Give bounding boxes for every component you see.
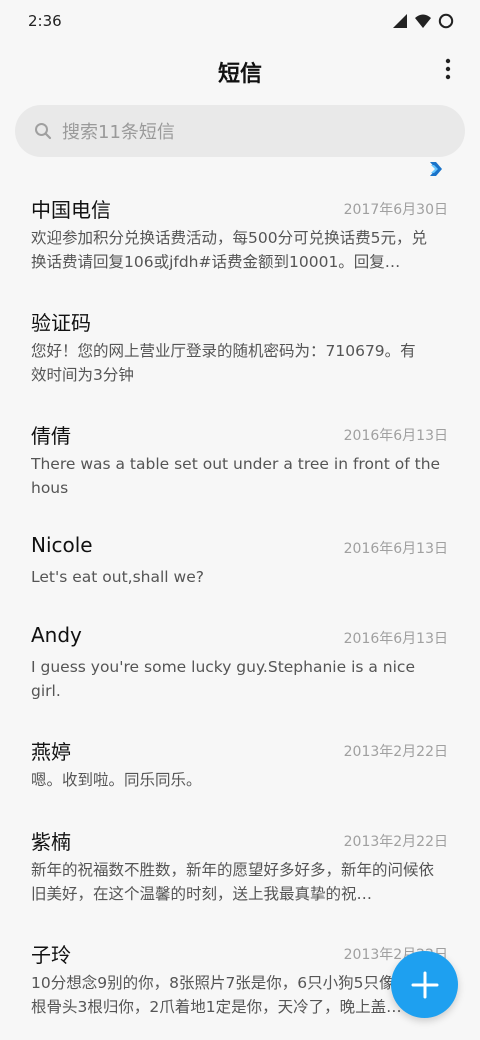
search-icon: [35, 123, 52, 140]
message-item[interactable]: 紫楠 2013年2月22日 新年的祝福数不胜数，新年的愿望好多好多，新年的问候依…: [0, 808, 480, 920]
message-preview: 10分想念9别的你，8张照片7张是你，6只小狗5只像你，4根骨头3根归你，2爪着…: [31, 974, 436, 1016]
message-date: 2016年6月13日: [343, 428, 448, 444]
sender-name: Andy: [31, 623, 82, 647]
message-date: 2017年6月30日: [343, 202, 448, 218]
message-item[interactable]: 燕婷 2013年2月22日 嗯。收到啦。同乐同乐。: [0, 718, 480, 808]
search-input[interactable]: 搜索11条短信: [15, 105, 465, 157]
more-vertical-icon: [445, 58, 451, 80]
status-time: 2:36: [28, 12, 62, 30]
more-options-button[interactable]: [438, 56, 458, 84]
message-preview: There was a table set out under a tree i…: [31, 455, 441, 497]
wifi-icon: [415, 14, 431, 28]
sender-name: 验证码: [31, 311, 91, 335]
sender-name: 中国电信: [31, 198, 111, 222]
page-title: 短信: [217, 62, 262, 87]
battery-icon: [438, 13, 454, 29]
signal-icon: [393, 14, 407, 28]
new-message-button[interactable]: [391, 951, 458, 1018]
plus-icon: [411, 971, 438, 998]
sender-name: 倩倩: [31, 424, 71, 448]
message-date: 2013年2月22日: [343, 834, 448, 850]
verification-code-icon: [430, 162, 442, 176]
message-preview: 嗯。收到啦。同乐同乐。: [31, 771, 202, 789]
message-item[interactable]: 倩倩 2016年6月13日 There was a table set out …: [0, 402, 480, 514]
message-item[interactable]: Andy 2016年6月13日 I guess you're some luck…: [0, 605, 480, 717]
message-item[interactable]: 中国电信 2017年6月30日 欢迎参加积分兑换话费活动，每500分可兑换话费5…: [0, 176, 480, 288]
search-placeholder: 搜索11条短信: [62, 122, 175, 143]
message-item[interactable]: Nicole 2016年6月13日 Let's eat out,shall we…: [0, 515, 480, 605]
message-item[interactable]: 验证码 您好！您的网上营业厅登录的随机密码为：710679。有效时间为3分钟: [0, 289, 480, 401]
message-date: 2016年6月13日: [343, 541, 448, 557]
sender-name: 子玲: [31, 943, 71, 967]
message-preview: 新年的祝福数不胜数，新年的愿望好多好多，新年的问候依旧美好，在这个温馨的时刻，送…: [31, 861, 435, 903]
sender-name: 紫楠: [31, 830, 71, 854]
sender-name: Nicole: [31, 533, 93, 557]
message-date: 2016年6月13日: [343, 631, 448, 647]
message-date: 2013年2月22日: [343, 744, 448, 760]
message-preview: 您好！您的网上营业厅登录的随机密码为：710679。有效时间为3分钟: [31, 342, 416, 384]
status-bar: 2:36: [0, 0, 480, 44]
title-bar: 短信: [0, 44, 480, 96]
sender-name: 燕婷: [31, 740, 71, 764]
message-preview: I guess you're some lucky guy.Stephanie …: [31, 658, 415, 700]
message-preview: 欢迎参加积分兑换话费活动，每500分可兑换话费5元，兑换话费请回复106或jfd…: [31, 229, 427, 271]
status-icons: [392, 13, 454, 29]
message-preview: Let's eat out,shall we?: [31, 568, 204, 586]
